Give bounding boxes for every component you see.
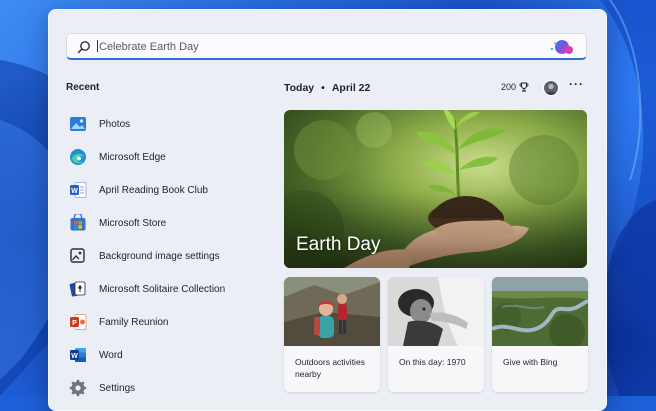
points-value: 200 — [501, 82, 517, 92]
recent-item-label: Microsoft Solitaire Collection — [99, 283, 226, 295]
recent-item-label: Family Reunion — [99, 316, 169, 328]
recent-item-word[interactable]: W Word — [65, 341, 250, 369]
recent-item-family-reunion[interactable]: P Family Reunion — [65, 308, 250, 336]
svg-text:W: W — [71, 353, 78, 360]
recent-item-microsoft-solitaire-collection[interactable]: Microsoft Solitaire Collection — [65, 275, 250, 303]
image-settings-icon — [70, 248, 85, 263]
start-menu-panel: Celebrate Earth Day Recent Photos Micros… — [48, 9, 607, 411]
more-options-button[interactable]: ··· — [569, 77, 584, 91]
recent-item-settings[interactable]: Settings — [65, 374, 250, 402]
card-on-this-day[interactable]: On this day: 1970 — [388, 277, 484, 392]
recent-item-label: Background image settings — [99, 250, 220, 262]
trophy-icon — [519, 82, 529, 92]
store-icon — [70, 214, 86, 231]
recent-item-label: April Reading Book Club — [99, 184, 208, 196]
svg-text:W: W — [71, 188, 78, 195]
word-doc-icon: W — [70, 182, 87, 198]
earth-day-hero-card[interactable]: Earth Day — [284, 110, 587, 268]
recent-item-label: Microsoft Store — [99, 217, 167, 229]
card-give-with-bing[interactable]: Give with Bing — [492, 277, 588, 392]
rewards-points[interactable]: 200 — [501, 82, 529, 92]
today-label: Today — [284, 82, 315, 94]
recent-heading: Recent — [66, 82, 100, 93]
solitaire-icon — [69, 281, 86, 297]
settings-icon — [69, 379, 87, 397]
bing-chat-icon[interactable] — [546, 37, 576, 57]
search-box[interactable]: Celebrate Earth Day — [66, 33, 587, 60]
word-icon: W — [70, 348, 86, 362]
hero-title: Earth Day — [296, 234, 381, 255]
recent-item-label: Settings — [99, 382, 136, 394]
powerpoint-icon: P — [70, 314, 87, 330]
recent-item-background-image-settings[interactable]: Background image settings — [65, 242, 250, 270]
search-query-text: Celebrate Earth Day — [99, 41, 199, 53]
search-icon — [77, 41, 90, 54]
recent-item-label: Microsoft Edge — [99, 151, 166, 163]
today-header: Today • April 22 — [284, 82, 371, 94]
photos-icon — [70, 117, 86, 131]
user-icon — [545, 83, 557, 95]
recent-item-edge[interactable]: Microsoft Edge — [65, 143, 250, 171]
recent-item-photos[interactable]: Photos — [65, 110, 250, 138]
card-caption: Give with Bing — [503, 357, 558, 367]
card-outdoors-activities[interactable]: Outdoors activities nearby — [284, 277, 380, 392]
svg-text:P: P — [72, 320, 77, 327]
today-date: April 22 — [331, 82, 371, 94]
edge-icon — [70, 149, 86, 165]
card-caption: On this day: 1970 — [399, 357, 466, 367]
recent-item-label: Photos — [99, 118, 131, 130]
avatar[interactable] — [543, 80, 559, 96]
hikers-image — [284, 277, 380, 346]
recent-item-label: Word — [99, 349, 123, 361]
river-forest-image — [492, 277, 588, 346]
search-input[interactable]: Celebrate Earth Day — [97, 40, 199, 53]
recent-item-microsoft-store[interactable]: Microsoft Store — [65, 209, 250, 237]
recent-item-april-reading-book-club[interactable]: W April Reading Book Club — [65, 176, 250, 204]
card-caption: Outdoors activities nearby — [295, 357, 365, 379]
historic-photo-image — [388, 277, 484, 346]
